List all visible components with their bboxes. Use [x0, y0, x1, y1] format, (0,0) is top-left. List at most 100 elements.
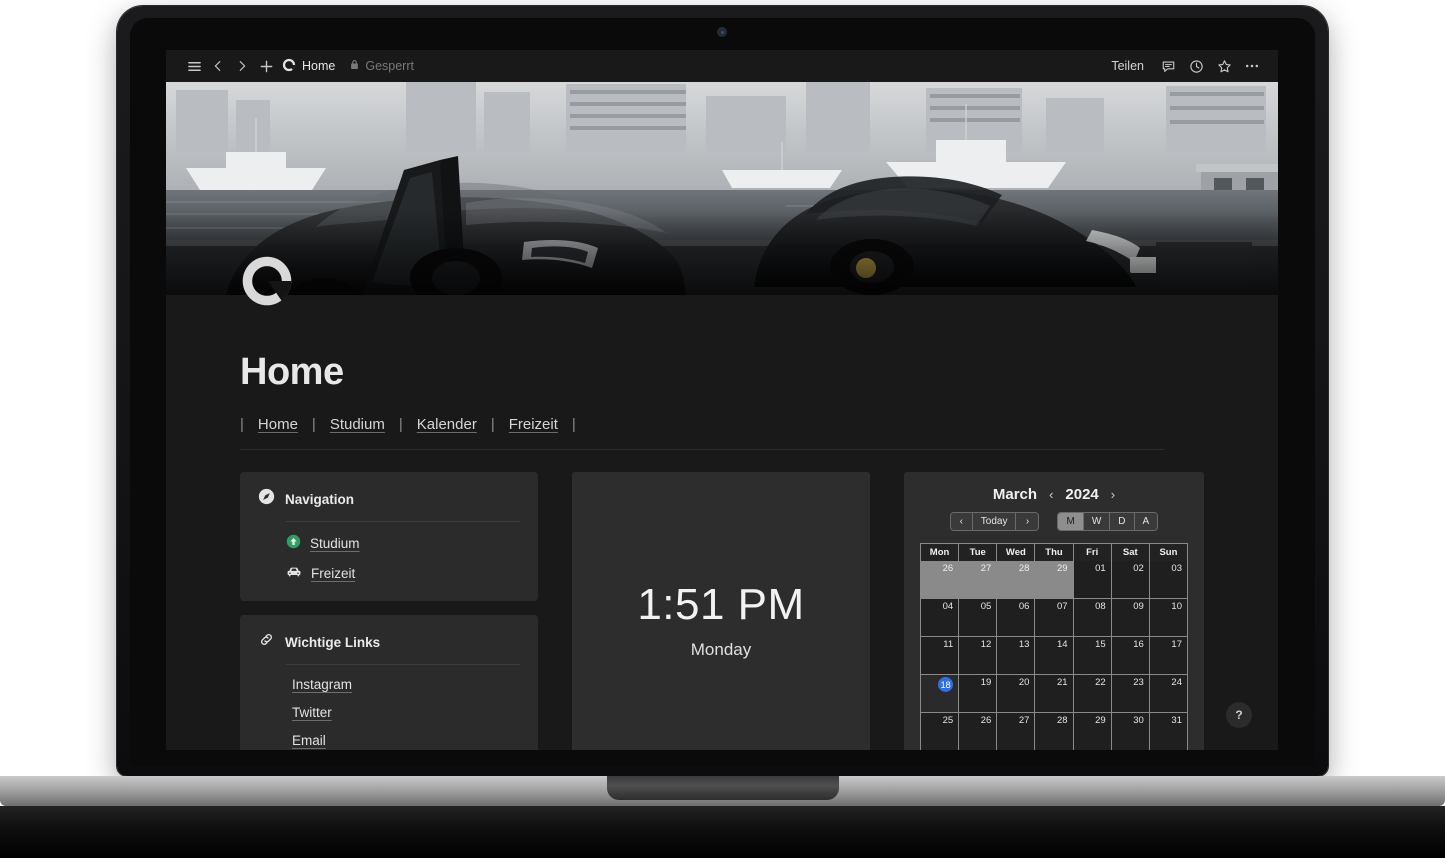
- navigation-card: Navigation Studium Freizeit: [240, 472, 538, 601]
- calendar-view-agenda[interactable]: A: [1134, 513, 1158, 530]
- calendar-day-cell[interactable]: 13: [997, 637, 1036, 675]
- calendar-week-row: 26 27 28 29 01 02 03: [921, 561, 1187, 599]
- clock-history-icon[interactable]: [1184, 54, 1208, 78]
- calendar-day-cell-today[interactable]: 18: [921, 675, 960, 713]
- page-cover-image: [166, 82, 1278, 295]
- circle-c-logo-icon: [282, 58, 296, 75]
- nav-card-item-label: Studium: [310, 535, 360, 551]
- calendar-view-day[interactable]: D: [1110, 513, 1135, 530]
- chevron-left-icon[interactable]: [206, 54, 230, 78]
- calendar-day-cell[interactable]: 12: [959, 637, 998, 675]
- calendar-day-cell[interactable]: 06: [997, 599, 1036, 637]
- calendar-day-cell[interactable]: 24: [1149, 675, 1187, 713]
- calendar-day-cell[interactable]: 28: [1035, 713, 1074, 750]
- chevron-right-icon[interactable]: [230, 54, 254, 78]
- calendar-day-cell[interactable]: 29: [1035, 561, 1074, 599]
- calendar-day-cell[interactable]: 17: [1149, 637, 1187, 675]
- calendar-day-cell[interactable]: 07: [1035, 599, 1074, 637]
- calendar-day-cell[interactable]: 14: [1035, 637, 1074, 675]
- calendar-day-cell[interactable]: 11: [921, 637, 960, 675]
- chevron-right-icon[interactable]: ›: [1111, 487, 1115, 502]
- calendar-view-month[interactable]: M: [1058, 513, 1084, 530]
- nav-card-item-studium[interactable]: Studium: [286, 534, 520, 552]
- link-item-twitter[interactable]: Twitter: [292, 705, 520, 720]
- calendar-week-row: 18 19 20 21 22 23 24: [921, 675, 1187, 713]
- topbar-actions: Teilen: [1103, 54, 1264, 78]
- calendar-day-cell[interactable]: 02: [1111, 561, 1150, 599]
- calendar-next-button[interactable]: ›: [1016, 513, 1039, 530]
- hamburger-menu-icon[interactable]: [182, 54, 206, 78]
- nav-link-studium[interactable]: Studium: [330, 416, 385, 433]
- calendar-day-cell[interactable]: 05: [959, 599, 998, 637]
- plus-icon[interactable]: [254, 54, 278, 78]
- breadcrumb[interactable]: Home: [282, 58, 335, 75]
- calendar-header: March ‹ 2024 ›: [920, 486, 1188, 503]
- links-card-items: Instagram Twitter Email Uni OneDrive: [258, 677, 520, 750]
- calendar-day-cell[interactable]: 04: [921, 599, 960, 637]
- calendar-day-cell[interactable]: 15: [1073, 637, 1112, 675]
- nav-link-freizeit[interactable]: Freizeit: [509, 416, 558, 433]
- nav-separator: |: [398, 416, 403, 433]
- calendar-today-badge: 18: [938, 677, 954, 692]
- content-columns: Navigation Studium Freizeit Wichtige Lin…: [240, 472, 1204, 750]
- calendar-month-label: March: [992, 486, 1038, 503]
- nav-link-home[interactable]: Home: [258, 416, 298, 433]
- calendar-day-cell[interactable]: 27: [997, 713, 1036, 750]
- link-chain-icon: [258, 631, 275, 653]
- comment-icon[interactable]: [1156, 54, 1180, 78]
- chevron-left-icon[interactable]: ‹: [1049, 487, 1053, 502]
- calendar-prev-button[interactable]: ‹: [950, 513, 973, 530]
- clock-widget: 1:51 PM Monday: [572, 472, 870, 750]
- calendar-day-cell[interactable]: 28: [997, 561, 1036, 599]
- calendar-day-cell[interactable]: 10: [1149, 599, 1187, 637]
- calendar-day-cell[interactable]: 29: [1073, 713, 1112, 750]
- calendar-day-cell[interactable]: 27: [959, 561, 998, 599]
- calendar-day-cell[interactable]: 21: [1035, 675, 1074, 713]
- share-button[interactable]: Teilen: [1103, 56, 1152, 76]
- calendar-day-header: Thu: [1035, 544, 1074, 561]
- divider: [286, 521, 520, 522]
- lock-label: Gesperrt: [365, 59, 414, 73]
- calendar-day-cell[interactable]: 30: [1111, 713, 1150, 750]
- help-button[interactable]: ?: [1226, 702, 1252, 728]
- calendar-day-cell[interactable]: 23: [1111, 675, 1150, 713]
- calendar-day-cell[interactable]: 31: [1149, 713, 1187, 750]
- calendar-day-cell[interactable]: 08: [1073, 599, 1112, 637]
- page-title: Home: [240, 351, 344, 393]
- calendar-day-cell[interactable]: 26: [921, 561, 960, 599]
- link-item-instagram[interactable]: Instagram: [292, 677, 520, 692]
- cover-illustration: [166, 82, 1278, 295]
- compass-icon: [258, 488, 275, 510]
- calendar-day-cell[interactable]: 26: [959, 713, 998, 750]
- divider: [286, 664, 520, 665]
- screenshot-stage: Home Gesperrt Teilen Home | Home | Studi…: [0, 0, 1445, 858]
- navigation-card-header: Navigation: [258, 488, 520, 510]
- nav-link-kalender[interactable]: Kalender: [417, 416, 477, 433]
- more-horizontal-icon[interactable]: [1240, 54, 1264, 78]
- link-item-email[interactable]: Email: [292, 733, 520, 748]
- calendar-day-header: Tue: [959, 544, 998, 561]
- calendar-view-week[interactable]: W: [1083, 513, 1111, 530]
- calendar-day-cell[interactable]: 09: [1111, 599, 1150, 637]
- nav-card-item-freizeit[interactable]: Freizeit: [286, 564, 520, 583]
- calendar-day-cell[interactable]: 22: [1073, 675, 1112, 713]
- middle-column: 1:51 PM Monday: [572, 472, 870, 750]
- calendar-day-header: Sun: [1149, 544, 1187, 561]
- links-card-header: Wichtige Links: [258, 631, 520, 653]
- calendar-day-header: Mon: [921, 544, 960, 561]
- calendar-week-row: 25 26 27 28 29 30 31: [921, 713, 1187, 750]
- calendar-today-button[interactable]: Today: [972, 513, 1017, 530]
- calendar-day-cell[interactable]: 25: [921, 713, 960, 750]
- calendar-day-cell[interactable]: 16: [1111, 637, 1150, 675]
- calendar-day-cell[interactable]: 03: [1149, 561, 1187, 599]
- calendar-day-cell[interactable]: 20: [997, 675, 1036, 713]
- lock-status: Gesperrt: [349, 59, 414, 73]
- circle-c-logo-icon: [242, 256, 292, 306]
- navigation-card-items: Studium Freizeit: [258, 534, 520, 583]
- calendar-day-cell[interactable]: 01: [1073, 561, 1112, 599]
- nav-separator: |: [571, 416, 576, 433]
- star-icon[interactable]: [1212, 54, 1236, 78]
- calendar-day-cell[interactable]: 19: [959, 675, 998, 713]
- calendar-widget: March ‹ 2024 › ‹ Today › M W D A Mon Tue…: [904, 472, 1204, 750]
- clock-day: Monday: [690, 640, 752, 659]
